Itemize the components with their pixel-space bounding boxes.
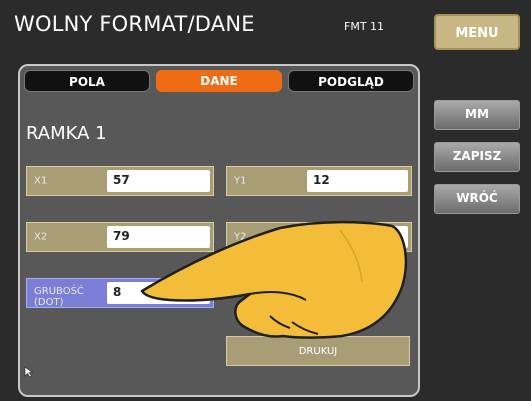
- thickness-label-line1: GRUBOŚĆ: [34, 286, 84, 297]
- field-thickness[interactable]: GRUBOŚĆ (DOT) 8: [26, 278, 214, 308]
- field-x1-label: X1: [34, 175, 48, 187]
- field-y2[interactable]: Y2 29: [226, 222, 412, 252]
- back-button[interactable]: WRÓĆ: [434, 184, 520, 214]
- field-y1[interactable]: Y1 12: [226, 166, 412, 196]
- format-code: FMT 11: [344, 20, 385, 33]
- tab-pola[interactable]: POLA: [24, 70, 150, 92]
- field-thickness-value[interactable]: 8: [107, 282, 210, 304]
- field-y2-value[interactable]: 29: [307, 226, 408, 248]
- screen-title: WOLNY FORMAT/DANE: [14, 12, 255, 36]
- field-x1[interactable]: X1 57: [26, 166, 214, 196]
- tab-podglad[interactable]: PODGLĄD: [288, 70, 414, 92]
- cursor-arrow-icon: [24, 366, 34, 378]
- mm-button[interactable]: MM: [434, 100, 520, 130]
- field-y1-label: Y1: [234, 175, 247, 187]
- field-x1-value[interactable]: 57: [107, 170, 210, 192]
- tab-dane[interactable]: DANE: [156, 70, 282, 92]
- thickness-label-line2: (DOT): [34, 297, 64, 308]
- section-title: RAMKA 1: [26, 123, 107, 144]
- field-x2[interactable]: X2 79: [26, 222, 214, 252]
- field-y2-label: Y2: [234, 231, 247, 243]
- field-y1-value[interactable]: 12: [307, 170, 408, 192]
- save-button[interactable]: ZAPISZ: [434, 142, 520, 172]
- field-x2-label: X2: [34, 231, 48, 243]
- menu-button[interactable]: MENU: [434, 14, 520, 50]
- field-thickness-label: GRUBOŚĆ (DOT): [34, 286, 84, 308]
- field-x2-value[interactable]: 79: [107, 226, 210, 248]
- print-button[interactable]: DRUKUJ: [226, 336, 410, 366]
